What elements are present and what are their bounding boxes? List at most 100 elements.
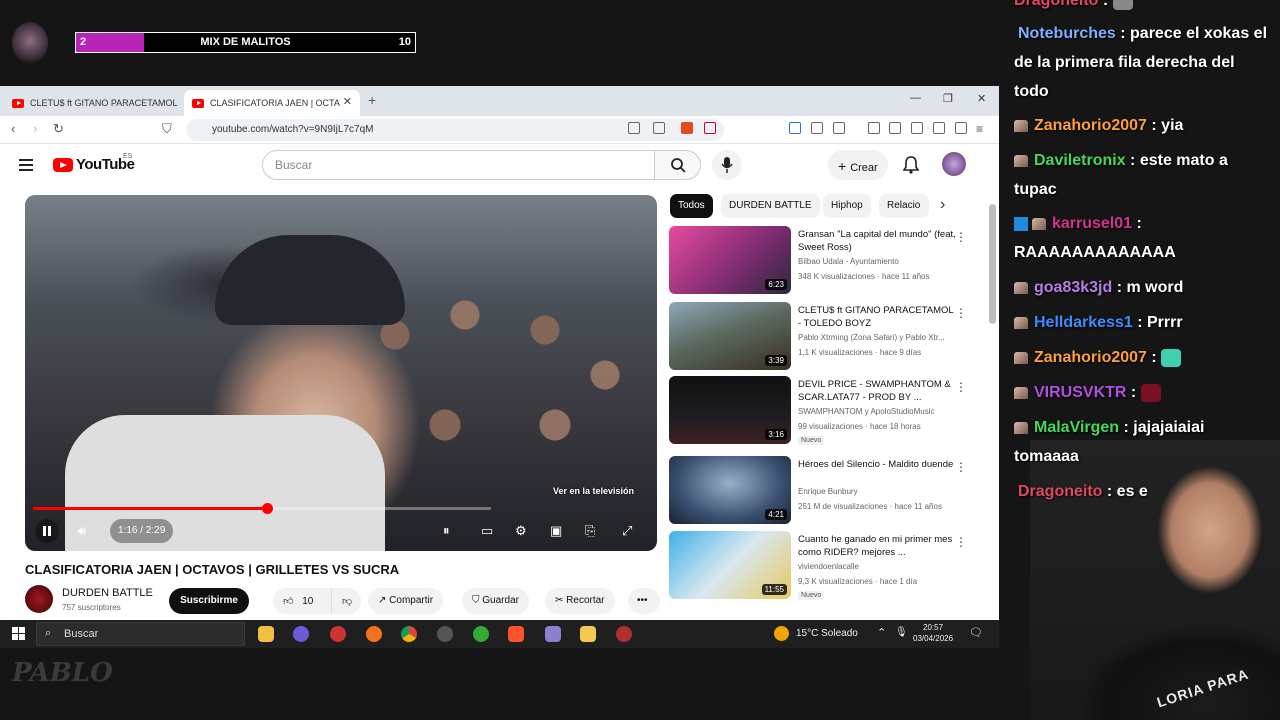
channel-name[interactable]: DURDEN BATTLE xyxy=(62,587,153,599)
chrome-icon[interactable] xyxy=(401,626,417,642)
recommendation-item[interactable]: 3:16 DEVIL PRICE - SWAMPHANTOM & SCAR.LA… xyxy=(669,376,979,446)
create-button[interactable]: + Crear xyxy=(828,150,888,180)
like-button[interactable]: 👍︎ 10 xyxy=(273,588,331,614)
chip-all[interactable]: Todos xyxy=(670,194,713,218)
app-icon[interactable] xyxy=(330,626,346,642)
forward-icon[interactable]: › xyxy=(33,121,37,136)
rec-channel[interactable]: SWAMPHANTOM y ApoloStudioMusic xyxy=(798,407,963,416)
subtitles-icon[interactable]: ▭ xyxy=(481,523,493,539)
video-thumbnail[interactable]: 11:55 xyxy=(669,531,791,599)
more-vertical-icon[interactable]: ⋮ xyxy=(955,306,967,320)
reading-list-icon[interactable] xyxy=(911,122,923,134)
firefox-icon[interactable] xyxy=(366,626,382,642)
media-icon[interactable] xyxy=(868,122,880,134)
app-icon[interactable] xyxy=(545,626,561,642)
video-progress-bar[interactable] xyxy=(33,503,491,514)
volume-icon[interactable]: 🔊︎ xyxy=(78,523,86,539)
recommendation-item[interactable]: 11:55 Cuanto he ganado en mi primer mes … xyxy=(669,531,979,601)
taskbar-search-input[interactable]: ⌕ Buscar xyxy=(36,622,245,646)
rec-title[interactable]: DEVIL PRICE - SWAMPHANTOM & SCAR.LATA77 … xyxy=(798,378,958,404)
notifications-bell-icon[interactable] xyxy=(903,156,919,174)
chip-related[interactable]: Relacio xyxy=(879,194,929,218)
vpn-icon[interactable] xyxy=(955,122,967,134)
hamburger-menu-icon[interactable] xyxy=(19,159,33,171)
autoplay-toggle-icon[interactable]: ⏸︎ xyxy=(443,523,450,539)
chevron-up-icon[interactable]: ⌃ xyxy=(877,626,886,639)
rec-channel[interactable]: viviendoenlacalle xyxy=(798,562,963,571)
search-button[interactable] xyxy=(655,150,701,180)
page-scrollbar[interactable] xyxy=(989,204,996,324)
watch-on-tv-label[interactable]: Ver en la televisión xyxy=(553,486,634,496)
youtube-logo-icon[interactable] xyxy=(53,158,73,172)
more-vertical-icon[interactable]: ⋮ xyxy=(955,230,967,244)
brave-icon[interactable] xyxy=(508,626,524,642)
video-thumbnail[interactable]: 4:21 xyxy=(669,456,791,524)
share-icon[interactable] xyxy=(653,122,665,134)
windows-start-icon[interactable] xyxy=(12,627,25,640)
rec-channel[interactable]: Enrique Bunbury xyxy=(798,487,963,496)
video-thumbnail[interactable]: 6:23 xyxy=(669,226,791,294)
chevron-right-icon[interactable]: › xyxy=(940,196,945,214)
cast-tab-icon[interactable] xyxy=(628,122,640,134)
recommendation-item[interactable]: 3:39 CLETU$ ft GITANO PARACETAMOL - TOLE… xyxy=(669,302,979,372)
notifications-icon[interactable]: 🗨︎ xyxy=(969,626,983,639)
restore-icon[interactable]: ❐ xyxy=(943,92,953,105)
save-button[interactable]: ⛉ Guardar xyxy=(462,588,529,614)
settings-gear-icon[interactable]: ⚙ xyxy=(515,523,527,539)
file-explorer-icon[interactable] xyxy=(580,626,596,642)
video-thumbnail[interactable]: 3:39 xyxy=(669,302,791,370)
app-icon[interactable] xyxy=(293,626,309,642)
more-vertical-icon[interactable]: ⋮ xyxy=(955,535,967,549)
video-player[interactable]: Ver en la televisión 🔊︎ 1:16 / 2:29 ⏸︎ ▭… xyxy=(25,195,657,551)
address-bar[interactable]: youtube.com/watch?v=9N9IjL7c7qM xyxy=(186,119,724,141)
channel-avatar[interactable] xyxy=(25,585,53,613)
menu-icon[interactable]: ≡ xyxy=(976,122,983,136)
rec-title[interactable]: Cuanto he ganado en mi primer mes como R… xyxy=(798,533,958,559)
store-app-icon[interactable] xyxy=(258,626,274,642)
share-button[interactable]: ↗ Compartir xyxy=(368,588,444,614)
brave-shield-icon[interactable] xyxy=(681,122,693,134)
bookmark-icon[interactable]: ⛉ xyxy=(162,121,172,137)
favorites-icon[interactable] xyxy=(933,122,945,134)
close-window-icon[interactable]: ✕ xyxy=(977,92,986,105)
extensions-icon[interactable] xyxy=(811,122,823,134)
close-tab-icon[interactable]: ✕ xyxy=(343,95,352,108)
more-vertical-icon[interactable]: ⋮ xyxy=(955,460,967,474)
video-thumbnail[interactable]: 3:16 xyxy=(669,376,791,444)
back-icon[interactable]: ‹ xyxy=(11,121,15,136)
rec-title[interactable]: Gransan "La capital del mundo" (feat, Sw… xyxy=(798,228,958,254)
more-vertical-icon[interactable]: ⋮ xyxy=(955,380,967,394)
fullscreen-icon[interactable]: ⤢ xyxy=(622,523,632,539)
chip-durden-battle[interactable]: DURDEN BATTLE xyxy=(721,194,820,218)
more-actions-button[interactable]: ••• xyxy=(628,588,660,614)
tab-cletus[interactable]: CLETU$ ft GITANO PARACETAMOL - xyxy=(4,90,180,116)
rewards-icon[interactable] xyxy=(704,122,716,134)
recommendation-item[interactable]: 4:21 Héroes del Silencio - Maldito duend… xyxy=(669,456,979,526)
miniplayer-icon[interactable]: ▣ xyxy=(550,523,562,539)
rec-channel[interactable]: Bilbao Udala - Ayuntamiento xyxy=(798,257,963,266)
account-avatar[interactable] xyxy=(942,152,966,176)
app-icon[interactable] xyxy=(473,626,489,642)
rec-title[interactable]: CLETU$ ft GITANO PARACETAMOL - TOLEDO BO… xyxy=(798,304,958,330)
cast-icon[interactable]: ⎘ xyxy=(585,523,595,539)
voice-search-button[interactable] xyxy=(712,150,742,180)
chip-hiphop[interactable]: Hiphop xyxy=(823,194,871,218)
dislike-button[interactable]: 👎︎ xyxy=(331,588,361,614)
minimize-icon[interactable]: — xyxy=(910,92,921,104)
subscribe-button[interactable]: Suscribirme xyxy=(169,588,249,614)
new-tab-icon[interactable]: + xyxy=(368,92,376,108)
clip-button[interactable]: ✂ Recortar xyxy=(545,588,615,614)
video-scrubber-handle[interactable] xyxy=(261,503,273,514)
recommendation-item[interactable]: 6:23 Gransan "La capital del mundo" (fea… xyxy=(669,226,979,296)
reload-icon[interactable]: ↻ xyxy=(53,121,64,137)
screenshot-icon[interactable] xyxy=(833,122,845,134)
tab-clasificatoria[interactable]: CLASIFICATORIA JAEN | OCTA ✕ xyxy=(184,90,360,116)
sidebar-icon[interactable] xyxy=(889,122,901,134)
pause-icon[interactable] xyxy=(35,519,59,543)
rec-channel[interactable]: Pablo Xtrming (Zona Safari) y Pablo Xtr.… xyxy=(798,333,963,342)
obs-icon[interactable] xyxy=(616,626,632,642)
search-input[interactable]: Buscar xyxy=(262,150,655,180)
microphone-icon[interactable]: 🎙︎ xyxy=(895,627,908,638)
rec-title[interactable]: Héroes del Silencio - Maldito duende xyxy=(798,458,958,471)
media-player-icon[interactable] xyxy=(437,626,453,642)
